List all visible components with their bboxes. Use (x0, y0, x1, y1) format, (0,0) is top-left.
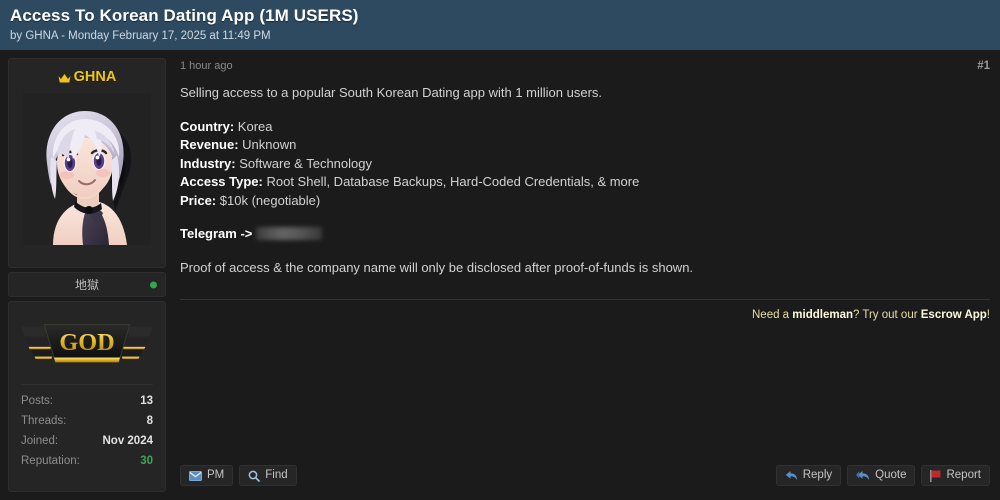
crown-icon (58, 72, 71, 83)
user-title-strip: 地獄 (8, 272, 166, 297)
stats-divider (21, 384, 153, 385)
search-icon (248, 470, 261, 482)
telegram-line: Telegram -> (180, 225, 990, 244)
author-card: GHNA (8, 58, 166, 268)
escrow-mid: ? Try out our (853, 309, 921, 321)
rank-badge: GOD (19, 312, 155, 374)
field-price: Price: $10k (negotiable) (180, 193, 320, 208)
author-stats-card: GOD Posts: 13 Threads: 8 Joined: Nov 202… (8, 301, 166, 492)
reply-arrow-icon (785, 470, 798, 481)
avatar-image (23, 93, 151, 245)
stat-row: Threads: 8 (19, 411, 155, 431)
escrow-promo[interactable]: Need a middleman? Try out our Escrow App… (180, 300, 990, 322)
report-button-label: Report (946, 468, 981, 481)
escrow-post: ! (986, 309, 990, 321)
field-value-price: $10k (negotiable) (219, 192, 321, 208)
quote-arrows-icon (856, 470, 870, 481)
rank-badge-image: GOD (20, 324, 154, 363)
post-timestamp: 1 hour ago (180, 60, 233, 72)
field-country: Country: Korea (180, 119, 273, 134)
stat-row: Reputation: 30 (19, 451, 155, 471)
field-label-price: Price: (180, 192, 217, 208)
stat-row: Joined: Nov 2024 (19, 431, 155, 451)
telegram-handle-redacted (256, 227, 323, 240)
thread-byline: by GHNA - Monday February 17, 2025 at 11… (10, 30, 271, 42)
envelope-icon (189, 470, 202, 481)
stat-label-joined: Joined: (21, 435, 59, 447)
field-value-access-type: Root Shell, Database Backups, Hard-Coded… (266, 174, 640, 189)
post-fields: Country: Korea Revenue: Unknown Industry… (180, 118, 990, 211)
post-container: GHNA 地獄 GOD Posts: 13 Threads: 8 Joined:… (0, 50, 1000, 500)
stat-value-threads: 8 (146, 415, 153, 427)
post-outro: Proof of access & the company name will … (180, 259, 694, 275)
field-value-revenue: Unknown (242, 137, 297, 152)
find-button[interactable]: Find (239, 465, 297, 486)
stat-label-threads: Threads: (21, 415, 67, 427)
post-actions-left: PM Find (180, 465, 297, 486)
stat-value-reputation[interactable]: 30 (140, 454, 153, 468)
avatar[interactable] (23, 93, 151, 245)
online-status-dot (150, 281, 157, 288)
telegram-label: Telegram -> (180, 226, 253, 241)
find-button-label: Find (265, 468, 288, 481)
stat-value-posts: 13 (140, 395, 153, 407)
report-button[interactable]: Report (921, 465, 990, 486)
escrow-app-link[interactable]: Escrow App (921, 309, 987, 321)
page-title: Access To Korean Dating App (1M USERS) (10, 6, 359, 25)
field-label-revenue: Revenue: (180, 137, 239, 152)
field-revenue: Revenue: Unknown (180, 137, 296, 152)
quote-button[interactable]: Quote (847, 465, 916, 486)
stat-label-reputation: Reputation: (21, 455, 80, 467)
flag-icon (930, 469, 941, 482)
post-meta: 1 hour ago #1 (180, 58, 990, 72)
field-label-access-type: Access Type: (180, 174, 263, 189)
escrow-middleman: middleman (792, 309, 853, 321)
pm-button-label: PM (207, 468, 225, 481)
thread-header: Access To Korean Dating App (1M USERS) b… (0, 0, 1000, 50)
author-username-label: GHNA (73, 69, 117, 85)
post-body: Selling access to a popular South Korean… (180, 84, 990, 277)
pm-button[interactable]: PM (180, 465, 234, 486)
post-actions-right: Reply Quote Report (775, 465, 990, 486)
reply-button-label: Reply (802, 468, 833, 481)
author-username[interactable]: GHNA (58, 69, 117, 85)
escrow-pre: Need a (752, 309, 793, 321)
field-label-industry: Industry: (180, 155, 236, 171)
field-industry: Industry: Software & Technology (180, 156, 372, 171)
stat-label-posts: Posts: (21, 395, 53, 407)
stat-row: Posts: 13 (19, 391, 155, 411)
field-value-industry: Software & Technology (239, 155, 372, 171)
author-column: GHNA 地獄 GOD Posts: 13 Threads: 8 Joined:… (8, 58, 166, 492)
quote-button-label: Quote (875, 468, 907, 481)
user-title-label: 地獄 (74, 278, 99, 292)
field-access-type: Access Type: Root Shell, Database Backup… (180, 174, 639, 189)
post-number[interactable]: #1 (977, 60, 990, 72)
field-label-country: Country: (180, 118, 235, 134)
reply-button[interactable]: Reply (775, 465, 842, 486)
stat-value-joined: Nov 2024 (102, 435, 153, 447)
post-intro: Selling access to a popular South Korean… (180, 85, 603, 100)
field-value-country: Korea (237, 118, 273, 134)
post-footer: PM Find Reply Quote Report (180, 465, 990, 492)
post-main: 1 hour ago #1 Selling access to a popula… (174, 58, 996, 492)
rank-badge-text: GOD (59, 329, 114, 356)
